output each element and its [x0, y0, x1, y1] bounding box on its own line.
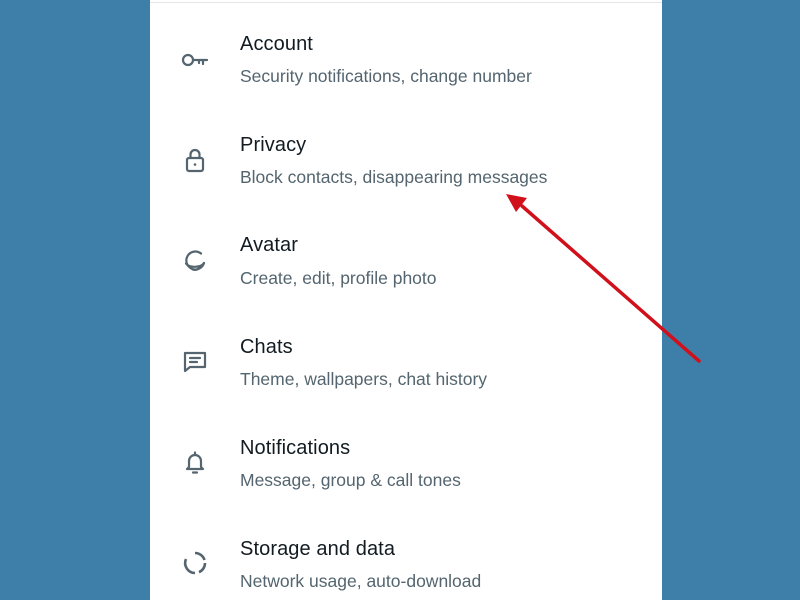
settings-item-subtitle: Message, group & call tones	[240, 470, 461, 490]
settings-item-notifications[interactable]: Notifications Message, group & call tone…	[150, 412, 662, 512]
chat-icon	[180, 346, 210, 376]
settings-item-chats[interactable]: Chats Theme, wallpapers, chat history	[150, 311, 662, 411]
settings-item-subtitle: Create, edit, profile photo	[240, 268, 437, 288]
settings-item-title: Chats	[240, 336, 293, 358]
settings-item-title: Avatar	[240, 234, 299, 256]
settings-list: Account Security notifications, change n…	[150, 0, 662, 600]
settings-item-title: Notifications	[240, 437, 351, 459]
settings-item-title: Account	[240, 33, 313, 55]
settings-item-subtitle: Network usage, auto-download	[240, 571, 482, 591]
key-icon	[180, 45, 210, 75]
settings-item-title: Storage and data	[240, 538, 396, 560]
settings-panel: Account Security notifications, change n…	[150, 0, 662, 600]
settings-item-subtitle: Theme, wallpapers, chat history	[240, 369, 488, 389]
lock-icon	[180, 145, 210, 175]
settings-item-title: Privacy	[240, 134, 307, 156]
settings-item-subtitle: Block contacts, disappearing messages	[240, 167, 548, 187]
settings-item-privacy[interactable]: Privacy Block contacts, disappearing mes…	[150, 109, 662, 209]
settings-item-account[interactable]: Account Security notifications, change n…	[150, 8, 662, 108]
storage-circle-icon	[180, 548, 210, 578]
settings-item-avatar[interactable]: Avatar Create, edit, profile photo	[150, 210, 662, 310]
bell-icon	[180, 447, 210, 477]
settings-item-storage[interactable]: Storage and data Network usage, auto-dow…	[150, 513, 662, 600]
avatar-icon	[180, 246, 210, 276]
settings-item-subtitle: Security notifications, change number	[240, 66, 532, 86]
